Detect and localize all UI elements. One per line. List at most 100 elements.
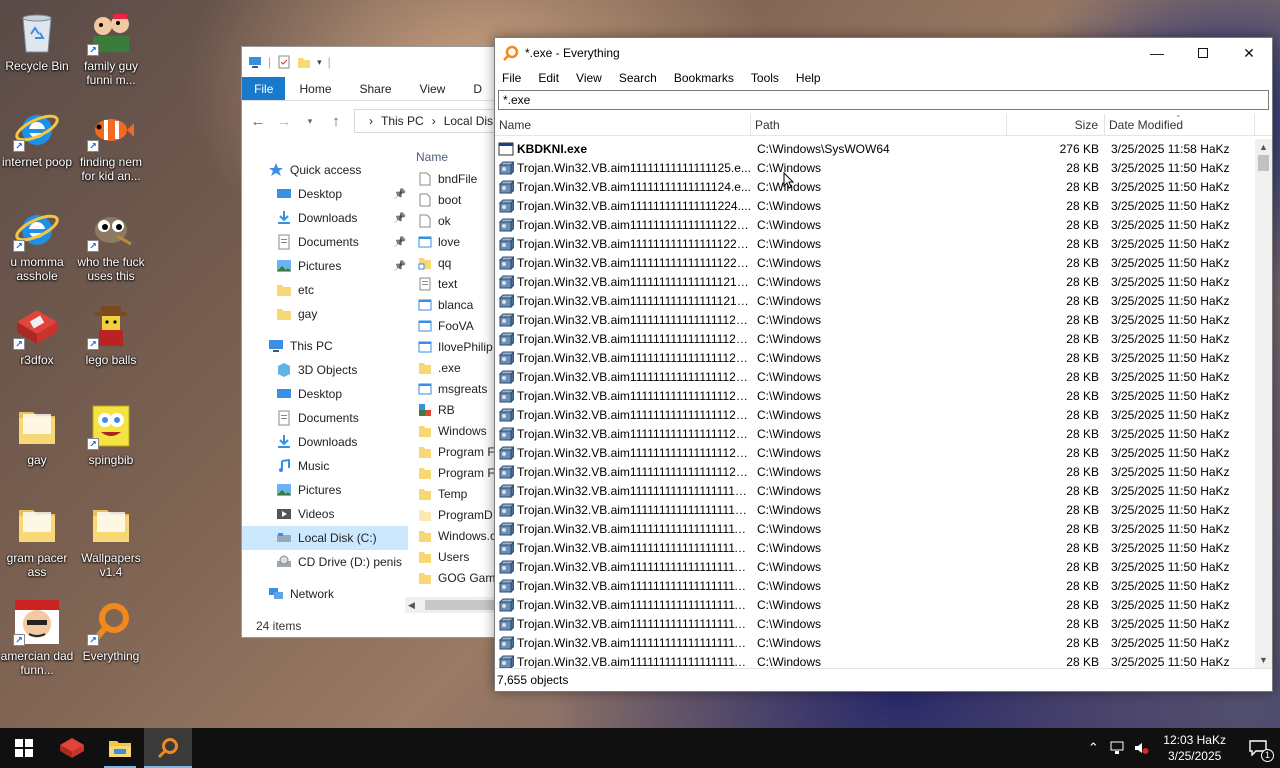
nav-item-music[interactable]: Music [242,454,408,478]
result-row[interactable]: Trojan.Win32.VB.aim11111111111111111221.… [495,405,1255,424]
result-row[interactable]: Trojan.Win32.VB.aim1111111111111111214..… [495,272,1255,291]
scrollbar-thumb[interactable] [1258,155,1269,171]
result-row[interactable]: Trojan.Win32.VB.aim11111111111111111224.… [495,348,1255,367]
desktop-icon[interactable]: ↗ lego balls [74,302,148,367]
column-header-size[interactable]: Size [1007,113,1105,136]
forward-arrow-icon[interactable]: → [276,113,292,130]
ribbon-tab-d[interactable]: D [459,77,496,100]
nav-item-etc[interactable]: etc [242,278,408,302]
file-list-item[interactable]: boot [408,189,496,210]
everything-window[interactable]: *.exe - Everything — ✕ File Edit View Searc… [494,37,1273,692]
show-hidden-icons-chevron-icon[interactable]: ⌃ [1081,728,1105,768]
column-header-name[interactable]: Name [408,146,496,168]
result-row[interactable]: Trojan.Win32.VB.aim11111111111111111125.… [495,481,1255,500]
recent-locations-chevron-icon[interactable]: ▾ [302,116,318,127]
file-list-item[interactable]: ok [408,210,496,231]
result-row[interactable]: Trojan.Win32.VB.aim111111111111111111121… [495,614,1255,633]
menu-bookmarks[interactable]: Bookmarks [674,71,734,85]
desktop-icon[interactable]: ↗ r3dfox [0,302,74,367]
file-list-item[interactable]: text [408,273,496,294]
network-icon[interactable] [1105,728,1129,768]
menu-help[interactable]: Help [796,71,821,85]
ribbon-tab-view[interactable]: View [406,77,460,100]
file-list-item[interactable]: Windows.c [408,525,496,546]
result-row[interactable]: Trojan.Win32.VB.aim1111111111111111221..… [495,253,1255,272]
desktop-icon[interactable]: Recycle Bin [0,8,74,73]
result-row[interactable]: Trojan.Win32.VB.aim11111111111111111222.… [495,386,1255,405]
search-box[interactable] [498,90,1269,110]
nav-item-local-disk-c[interactable]: Local Disk (C:) [242,526,408,550]
file-list-item[interactable]: Program F [408,462,496,483]
result-row[interactable]: KBDKNI.exe C:\Windows\SysWOW64 276 KB 3/25/… [495,139,1255,158]
desktop-icon[interactable]: Wallpapers v1.4 [74,500,148,579]
scroll-left-arrow-icon[interactable]: ◀ [408,597,415,613]
taskbar-file-explorer-button[interactable] [96,728,144,768]
nav-item-downloads[interactable]: Downloads 📌 [242,206,408,230]
back-arrow-icon[interactable]: ← [250,113,266,130]
scrollbar-thumb[interactable] [425,600,495,610]
nav-item-documents[interactable]: Documents 📌 [242,230,408,254]
volume-muted-icon[interactable] [1129,728,1153,768]
result-row[interactable]: Trojan.Win32.VB.aim11111111111111111124.… [495,500,1255,519]
nav-item-pictures[interactable]: Pictures [242,478,408,502]
result-row[interactable]: Trojan.Win32.VB.aim111111111111111111122… [495,576,1255,595]
file-list-item[interactable]: love [408,231,496,252]
scroll-down-arrow-icon[interactable]: ▼ [1255,652,1272,668]
desktop-icon[interactable]: ↗ amercian dad funn... [0,598,74,677]
file-list-item[interactable]: Users [408,546,496,567]
up-arrow-icon[interactable]: ↑ [328,113,344,130]
explorer-titlebar[interactable]: | ▾ | [242,47,496,77]
nav-item-downloads[interactable]: Downloads [242,430,408,454]
menu-search[interactable]: Search [619,71,657,85]
file-list-item[interactable]: IlovePhilip [408,336,496,357]
result-row[interactable]: Trojan.Win32.VB.aim111111111111111111122… [495,538,1255,557]
result-row[interactable]: Trojan.Win32.VB.aim111111111111111111122… [495,519,1255,538]
file-list-item[interactable]: .exe [408,357,496,378]
file-list-item[interactable]: blanca [408,294,496,315]
file-list-item[interactable]: FooVA [408,315,496,336]
taskbar-r3dfox-button[interactable] [48,728,96,768]
nav-item-network[interactable]: Network [242,582,408,606]
file-list-item[interactable]: qq [408,252,496,273]
desktop-icon[interactable]: ↗ finding nem for kid an... [74,104,148,183]
scroll-up-arrow-icon[interactable]: ▲ [1255,139,1272,155]
clock[interactable]: 12:03 HaKz 3/25/2025 [1153,732,1236,764]
file-explorer-window[interactable]: | ▾ | File Home Share View D ← → ▾ ↑ › This … [241,46,497,638]
desktop-icon[interactable]: ↗ spingbib [74,402,148,467]
result-row[interactable]: Trojan.Win32.VB.aim1111111111111111124..… [495,329,1255,348]
breadcrumb[interactable]: › This PC › Local Dis [354,109,496,133]
search-input[interactable] [503,93,1268,107]
result-row[interactable]: Trojan.Win32.VB.aim111111111111111111112… [495,652,1255,668]
nav-item-videos[interactable]: Videos [242,502,408,526]
result-row[interactable]: Trojan.Win32.VB.aim11111111111111111213.… [495,462,1255,481]
result-row[interactable]: Trojan.Win32.VB.aim11111111111111111214.… [495,443,1255,462]
result-row[interactable]: Trojan.Win32.VB.aim111111111111111111121… [495,633,1255,652]
result-row[interactable]: Trojan.Win32.VB.aim11111111111111111223.… [495,367,1255,386]
minimize-button[interactable]: — [1134,38,1180,68]
file-list-item[interactable]: Program F [408,441,496,462]
nav-item-desktop[interactable]: Desktop [242,382,408,406]
desktop-icon[interactable]: gay [0,402,74,467]
ribbon-tab-home[interactable]: Home [285,77,345,100]
result-row[interactable]: Trojan.Win32.VB.aim1111111111111111222..… [495,234,1255,253]
file-list-item[interactable]: Windows [408,420,496,441]
result-row[interactable]: Trojan.Win32.VB.aim11111111111111124.e..… [495,177,1255,196]
taskbar-everything-button[interactable] [144,728,192,768]
action-center-button[interactable]: 1 [1236,728,1280,768]
nav-item-gay[interactable]: gay [242,302,408,326]
file-list-item[interactable]: RB [408,399,496,420]
column-header-path[interactable]: Path [751,113,1007,136]
breadcrumb-item[interactable]: Local Dis [444,114,493,128]
file-list-item[interactable]: bndFile [408,168,496,189]
properties-icon[interactable] [277,55,291,69]
nav-item-documents[interactable]: Documents [242,406,408,430]
start-button[interactable] [0,728,48,768]
horizontal-scrollbar[interactable]: ◀ [405,597,496,613]
result-row[interactable]: Trojan.Win32.VB.aim111111111111111111121… [495,595,1255,614]
result-row[interactable]: Trojan.Win32.VB.aim1111111111111111213..… [495,291,1255,310]
menu-tools[interactable]: Tools [751,71,779,85]
customize-toolbar-icon[interactable]: ▾ [317,57,322,68]
ribbon-tab-share[interactable]: Share [346,77,406,100]
result-row[interactable]: Trojan.Win32.VB.aim111111111111111111122… [495,557,1255,576]
desktop-icon[interactable]: ↗ internet poop [0,104,74,169]
